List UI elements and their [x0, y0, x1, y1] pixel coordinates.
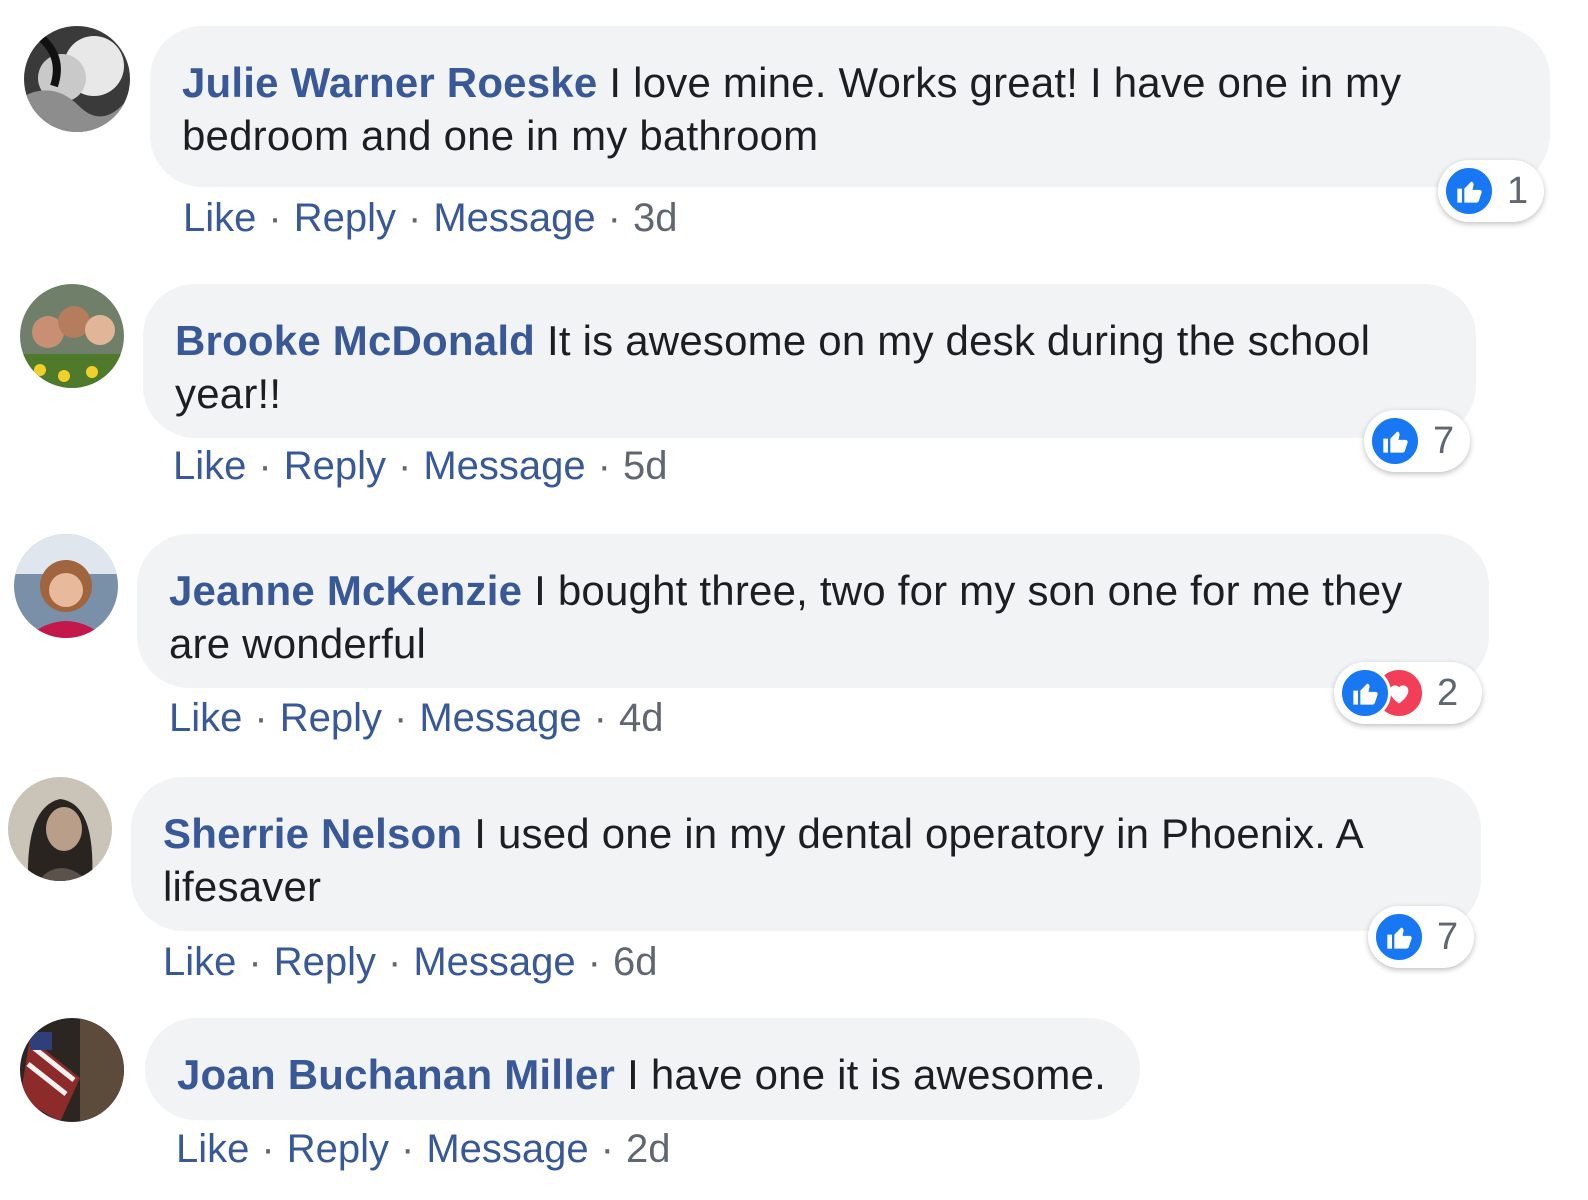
like-icon [1373, 911, 1425, 963]
comment-actions: Like · Reply · Message · 4d [169, 694, 663, 742]
reply-link[interactable]: Reply [287, 1127, 389, 1171]
comment-actions: Like · Reply · Message · 3d [183, 194, 677, 242]
avatar[interactable] [24, 26, 130, 132]
timestamp[interactable]: 2d [626, 1127, 671, 1171]
message-link[interactable]: Message [433, 196, 595, 240]
reaction-summary[interactable]: 2 [1334, 662, 1482, 724]
reply-link[interactable]: Reply [280, 696, 382, 740]
avatar[interactable] [14, 534, 118, 638]
comment-actions: Like · Reply · Message · 2d [176, 1125, 670, 1173]
reaction-count: 7 [1433, 419, 1455, 462]
avatar[interactable] [20, 1018, 124, 1122]
reply-link[interactable]: Reply [294, 196, 396, 240]
timestamp[interactable]: 5d [623, 444, 668, 488]
like-icon [1339, 667, 1391, 719]
like-link[interactable]: Like [163, 940, 236, 984]
reaction-count: 7 [1437, 915, 1459, 958]
reply-link[interactable]: Reply [284, 444, 386, 488]
comment-bubble: Julie Warner Roeske I love mine. Works gr… [150, 26, 1550, 187]
reaction-count: 2 [1437, 671, 1459, 714]
comment-bubble: Brooke McDonald It is awesome on my desk … [143, 284, 1476, 438]
timestamp[interactable]: 4d [619, 696, 664, 740]
message-link[interactable]: Message [426, 1127, 588, 1171]
separator: · [268, 196, 282, 240]
reaction-count: 1 [1507, 169, 1529, 212]
reply-link[interactable]: Reply [274, 940, 376, 984]
reaction-summary[interactable]: 7 [1368, 906, 1474, 968]
separator: · [600, 1127, 614, 1171]
separator: · [254, 696, 268, 740]
separator: · [261, 1127, 275, 1171]
separator: · [397, 444, 412, 488]
message-link[interactable]: Message [419, 696, 581, 740]
comment-author[interactable]: Jeanne McKenzie [169, 567, 522, 614]
message-link[interactable]: Message [413, 940, 575, 984]
avatar[interactable] [20, 284, 124, 388]
separator: · [593, 696, 607, 740]
reaction-summary[interactable]: 1 [1438, 160, 1544, 222]
like-icon [1443, 165, 1495, 217]
like-link[interactable]: Like [169, 696, 242, 740]
separator: · [248, 940, 262, 984]
comment-actions: Like · Reply · Message · 6d [163, 938, 657, 986]
like-icon [1369, 415, 1421, 467]
separator: · [587, 940, 601, 984]
separator: · [258, 444, 272, 488]
timestamp[interactable]: 6d [613, 940, 658, 984]
comment-author[interactable]: Brooke McDonald [175, 317, 535, 364]
avatar[interactable] [8, 777, 112, 881]
like-link[interactable]: Like [173, 444, 246, 488]
comment-bubble: Jeanne McKenzie I bought three, two for m… [137, 534, 1489, 688]
separator: · [400, 1127, 415, 1171]
like-link[interactable]: Like [183, 196, 256, 240]
like-link[interactable]: Like [176, 1127, 249, 1171]
separator: · [607, 196, 621, 240]
separator: · [407, 196, 422, 240]
comment-author[interactable]: Joan Buchanan Miller [177, 1051, 615, 1098]
separator: · [597, 444, 611, 488]
comment-actions: Like · Reply · Message · 5d [173, 442, 667, 490]
separator: · [387, 940, 402, 984]
comment-author[interactable]: Julie Warner Roeske [182, 59, 597, 106]
comment-bubble: Joan Buchanan Miller I have one it is awe… [145, 1018, 1140, 1120]
separator: · [393, 696, 408, 740]
comment-author[interactable]: Sherrie Nelson [163, 810, 462, 857]
comment-thread: Julie Warner Roeske I love mine. Works gr… [0, 0, 1588, 1200]
timestamp[interactable]: 3d [633, 196, 678, 240]
reaction-summary[interactable]: 7 [1364, 410, 1470, 472]
message-link[interactable]: Message [423, 444, 585, 488]
comment-bubble: Sherrie Nelson I used one in my dental op… [131, 777, 1481, 931]
comment-text: I have one it is awesome. [627, 1051, 1107, 1098]
